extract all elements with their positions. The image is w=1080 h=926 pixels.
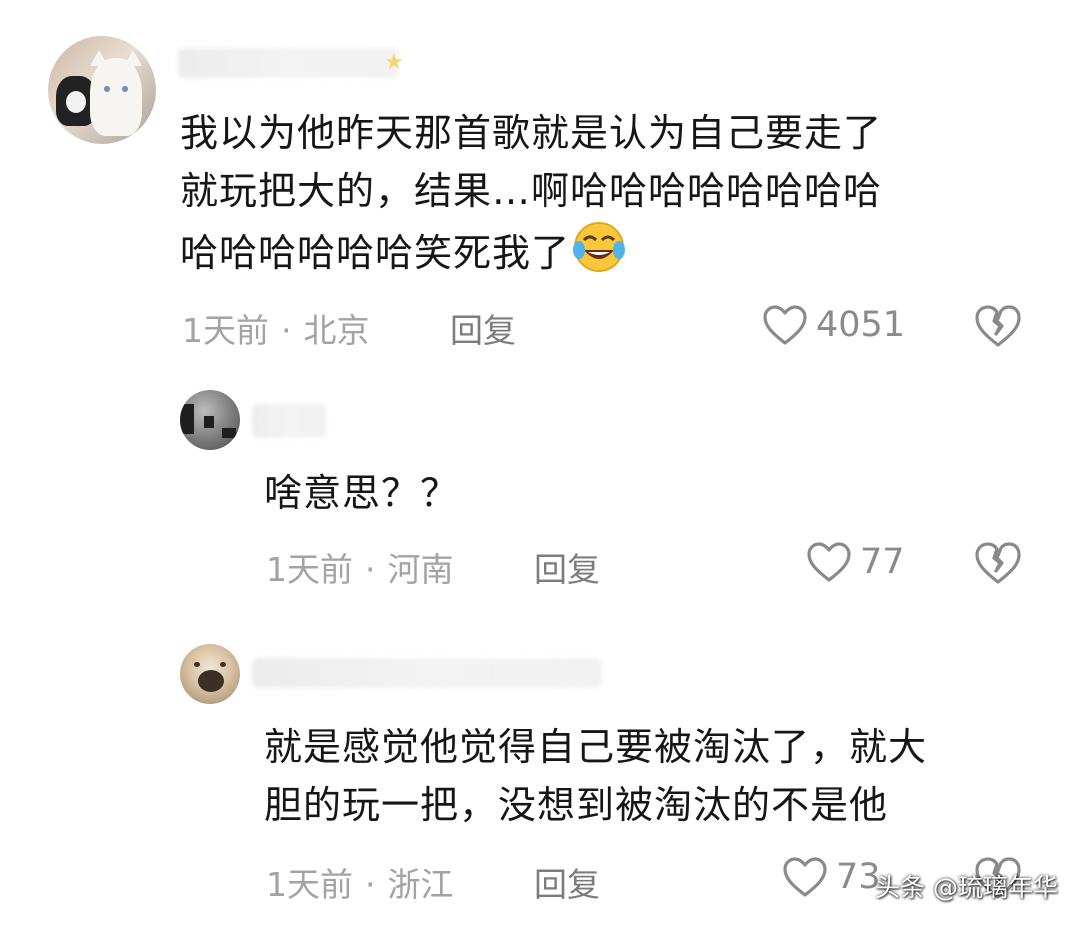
like-button[interactable]: 4051 <box>762 304 905 346</box>
user-avatar[interactable] <box>48 36 156 144</box>
comment-meta: 1天前 · 北京 <box>182 304 370 352</box>
username-blurred[interactable] <box>252 658 602 688</box>
broken-heart-icon[interactable] <box>974 304 1022 348</box>
like-count: 77 <box>860 542 905 582</box>
timestamp: 1天前 <box>182 311 269 350</box>
location: 北京 <box>303 311 370 350</box>
username-blurred[interactable] <box>252 404 326 438</box>
user-avatar[interactable] <box>180 390 240 450</box>
reply-button[interactable]: 回复 <box>534 858 600 906</box>
heart-icon <box>807 542 851 582</box>
comment-text: 啥意思？？ <box>264 464 459 522</box>
comment-line: 就是感觉他觉得自己要被淘汰了，就大 <box>264 725 928 769</box>
watermark: 头条 @琉璃年华 <box>875 873 1058 902</box>
separator: · <box>281 311 292 350</box>
laughing-crying-emoji-icon <box>573 222 626 272</box>
comment-line: 就玩把大的，结果…啊哈哈哈哈哈哈哈哈 <box>180 169 883 213</box>
comment-meta: 1天前 · 浙江 <box>266 858 454 906</box>
user-avatar[interactable] <box>180 644 240 704</box>
comment-line: 哈哈哈哈哈哈笑死我了 <box>180 231 571 275</box>
star-icon: ★ <box>384 50 404 75</box>
comment-line: 胆的玩一把，没想到被淘汰的不是他 <box>264 783 889 827</box>
like-button[interactable]: 77 <box>806 541 905 583</box>
username-blurred[interactable] <box>178 48 398 78</box>
location: 浙江 <box>387 865 454 904</box>
reply-button[interactable]: 回复 <box>450 304 516 352</box>
comment-line: 我以为他昨天那首歌就是认为自己要走了 <box>180 111 883 155</box>
timestamp: 1天前 <box>266 865 353 904</box>
comment-meta: 1天前 · 河南 <box>266 543 454 591</box>
like-count: 73 <box>836 857 881 897</box>
separator: · <box>365 550 376 589</box>
comment-line: 啥意思？？ <box>264 471 460 515</box>
separator: · <box>365 865 376 904</box>
comment-text: 我以为他昨天那首歌就是认为自己要走了 就玩把大的，结果…啊哈哈哈哈哈哈哈哈 哈哈… <box>180 104 882 282</box>
like-count: 4051 <box>816 305 906 345</box>
broken-heart-icon[interactable] <box>974 541 1022 585</box>
location: 河南 <box>387 550 454 589</box>
comment-text: 就是感觉他觉得自己要被淘汰了，就大 胆的玩一把，没想到被淘汰的不是他 <box>264 718 927 834</box>
timestamp: 1天前 <box>266 550 353 589</box>
heart-icon <box>783 857 827 897</box>
reply-button[interactable]: 回复 <box>534 543 600 591</box>
like-button[interactable]: 73 <box>782 856 881 898</box>
heart-icon <box>763 305 807 345</box>
